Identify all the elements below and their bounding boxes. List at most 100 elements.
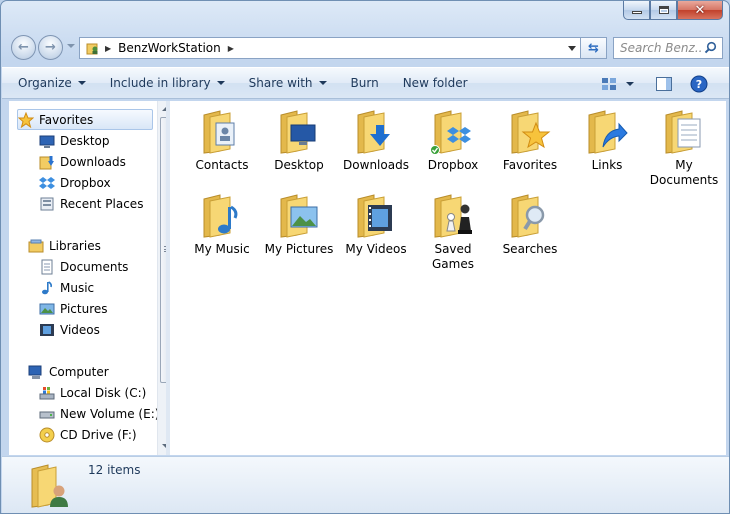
address-bar[interactable]: ▶ BenzWorkStation ▶ <box>79 37 581 59</box>
close-icon: ✕ <box>694 2 706 18</box>
documents-folder-icon <box>660 107 708 155</box>
breadcrumb-arrow-icon[interactable]: ▶ <box>228 44 234 53</box>
folder-item[interactable]: Searches <box>492 191 568 257</box>
folder-item-label: Contacts <box>195 158 249 172</box>
folder-item-label: Dropbox <box>427 158 479 172</box>
nav-item-label: New Volume (E:) <box>60 406 160 421</box>
folder-item-label: My Pictures <box>264 242 334 256</box>
folder-item-label: Saved Games <box>432 242 474 271</box>
views-icon <box>602 78 616 90</box>
burn-label: Burn <box>350 76 379 90</box>
folder-item-label: Desktop <box>274 158 324 172</box>
nav-libraries[interactable]: Libraries <box>28 235 169 256</box>
close-button[interactable]: ✕ <box>677 1 723 20</box>
back-arrow-icon: ← <box>18 40 29 55</box>
forward-button[interactable]: → <box>38 35 63 60</box>
search-box[interactable]: Search Benz... <box>613 37 723 59</box>
navigation-pane: Favorites Desktop Downloads Dropbox Rece… <box>9 101 173 455</box>
folder-item-label: Searches <box>502 242 558 256</box>
folder-item-label: Downloads <box>343 158 409 172</box>
documents-icon <box>39 259 55 275</box>
folder-item[interactable]: My Pictures <box>261 191 337 257</box>
nav-item-label: Local Disk (C:) <box>60 385 147 400</box>
folder-item-label: Links <box>591 158 623 172</box>
desktop-folder-icon <box>275 107 323 155</box>
new-folder-button[interactable]: New folder <box>395 71 476 95</box>
help-button[interactable]: ? <box>690 72 708 96</box>
organize-button[interactable]: Organize <box>10 71 94 95</box>
view-options-dropdown[interactable] <box>624 72 636 96</box>
videos-folder-icon <box>352 191 400 239</box>
saved-games-folder-icon <box>429 191 477 239</box>
file-list-view[interactable]: Contacts Desktop Downloads Dropbox Favorites… <box>170 101 726 455</box>
change-view-button[interactable] <box>600 72 618 96</box>
libraries-icon <box>28 238 44 254</box>
folder-item[interactable]: My Music <box>184 191 260 257</box>
recent-places-icon <box>39 196 55 212</box>
film-strip-icon <box>39 322 55 338</box>
maximize-icon <box>658 6 669 14</box>
nav-item-label: Documents <box>60 259 129 274</box>
address-history-dropdown[interactable] <box>568 46 576 51</box>
folder-item[interactable]: Saved Games <box>415 191 491 272</box>
svg-text:?: ? <box>696 78 702 91</box>
help-icon: ? <box>690 75 708 93</box>
pictures-folder-icon <box>275 191 323 239</box>
burn-button[interactable]: Burn <box>343 71 387 95</box>
recent-pages-dropdown[interactable] <box>67 44 75 48</box>
hard-drive-icon <box>39 406 55 422</box>
folder-item[interactable]: My Videos <box>338 191 414 257</box>
share-with-label: Share with <box>248 76 313 90</box>
include-in-library-label: Include in library <box>109 76 211 90</box>
breadcrumb-current[interactable]: BenzWorkStation <box>118 41 221 55</box>
chevron-down-icon <box>216 81 225 85</box>
dropbox-folder-icon <box>429 107 477 155</box>
folder-item-label: My Videos <box>345 242 407 256</box>
share-with-button[interactable]: Share with <box>241 71 335 95</box>
system-drive-icon <box>39 385 55 401</box>
favorites-folder-icon <box>506 107 554 155</box>
nav-item-label: Pictures <box>60 301 108 316</box>
downloads-icon <box>39 154 55 170</box>
breadcrumb-arrow-icon[interactable]: ▶ <box>105 44 111 53</box>
folder-item[interactable]: Downloads <box>338 107 414 173</box>
preview-pane-button[interactable] <box>655 72 673 96</box>
dropbox-icon <box>39 175 55 191</box>
nav-item-label: Videos <box>60 322 100 337</box>
folder-item[interactable]: Contacts <box>184 107 260 173</box>
user-folder-icon <box>26 461 74 509</box>
chevron-down-icon <box>626 82 634 86</box>
nav-item-label: Downloads <box>60 154 126 169</box>
minimize-icon <box>631 11 642 14</box>
back-button[interactable]: ← <box>11 35 36 60</box>
maximize-button[interactable] <box>650 1 677 20</box>
include-in-library-button[interactable]: Include in library <box>102 71 233 95</box>
new-folder-label: New folder <box>402 76 468 90</box>
contacts-folder-icon <box>198 107 246 155</box>
cd-drive-icon <box>39 427 55 443</box>
chevron-down-icon <box>77 81 86 85</box>
minimize-button[interactable] <box>623 1 650 20</box>
folder-item[interactable]: Favorites <box>492 107 568 173</box>
folder-item[interactable]: Dropbox <box>415 107 491 173</box>
search-input[interactable]: Search Benz... <box>620 41 702 55</box>
folder-item[interactable]: Desktop <box>261 107 337 173</box>
searches-folder-icon <box>506 191 554 239</box>
forward-arrow-icon: → <box>45 40 56 55</box>
caption-buttons: ✕ <box>623 1 723 20</box>
pictures-icon <box>39 301 55 317</box>
folder-item[interactable]: Links <box>569 107 645 173</box>
nav-item-label: CD Drive (F:) <box>60 427 137 442</box>
user-folder-icon <box>86 41 100 55</box>
nav-computer-label: Computer <box>49 364 109 379</box>
chevron-down-icon <box>318 81 327 85</box>
links-folder-icon <box>583 107 631 155</box>
refresh-button[interactable]: ⇆ <box>581 37 607 59</box>
explorer-window: ✕ ← → ▶ BenzWorkStation ▶ ⇆ Search Benz.… <box>0 0 730 514</box>
folder-item[interactable]: My Documents <box>646 107 722 188</box>
nav-computer[interactable]: Computer <box>28 361 169 382</box>
refresh-icon: ⇆ <box>588 40 599 56</box>
nav-favorites[interactable]: Favorites <box>17 109 153 130</box>
star-icon <box>17 111 35 128</box>
search-icon[interactable] <box>704 41 717 54</box>
